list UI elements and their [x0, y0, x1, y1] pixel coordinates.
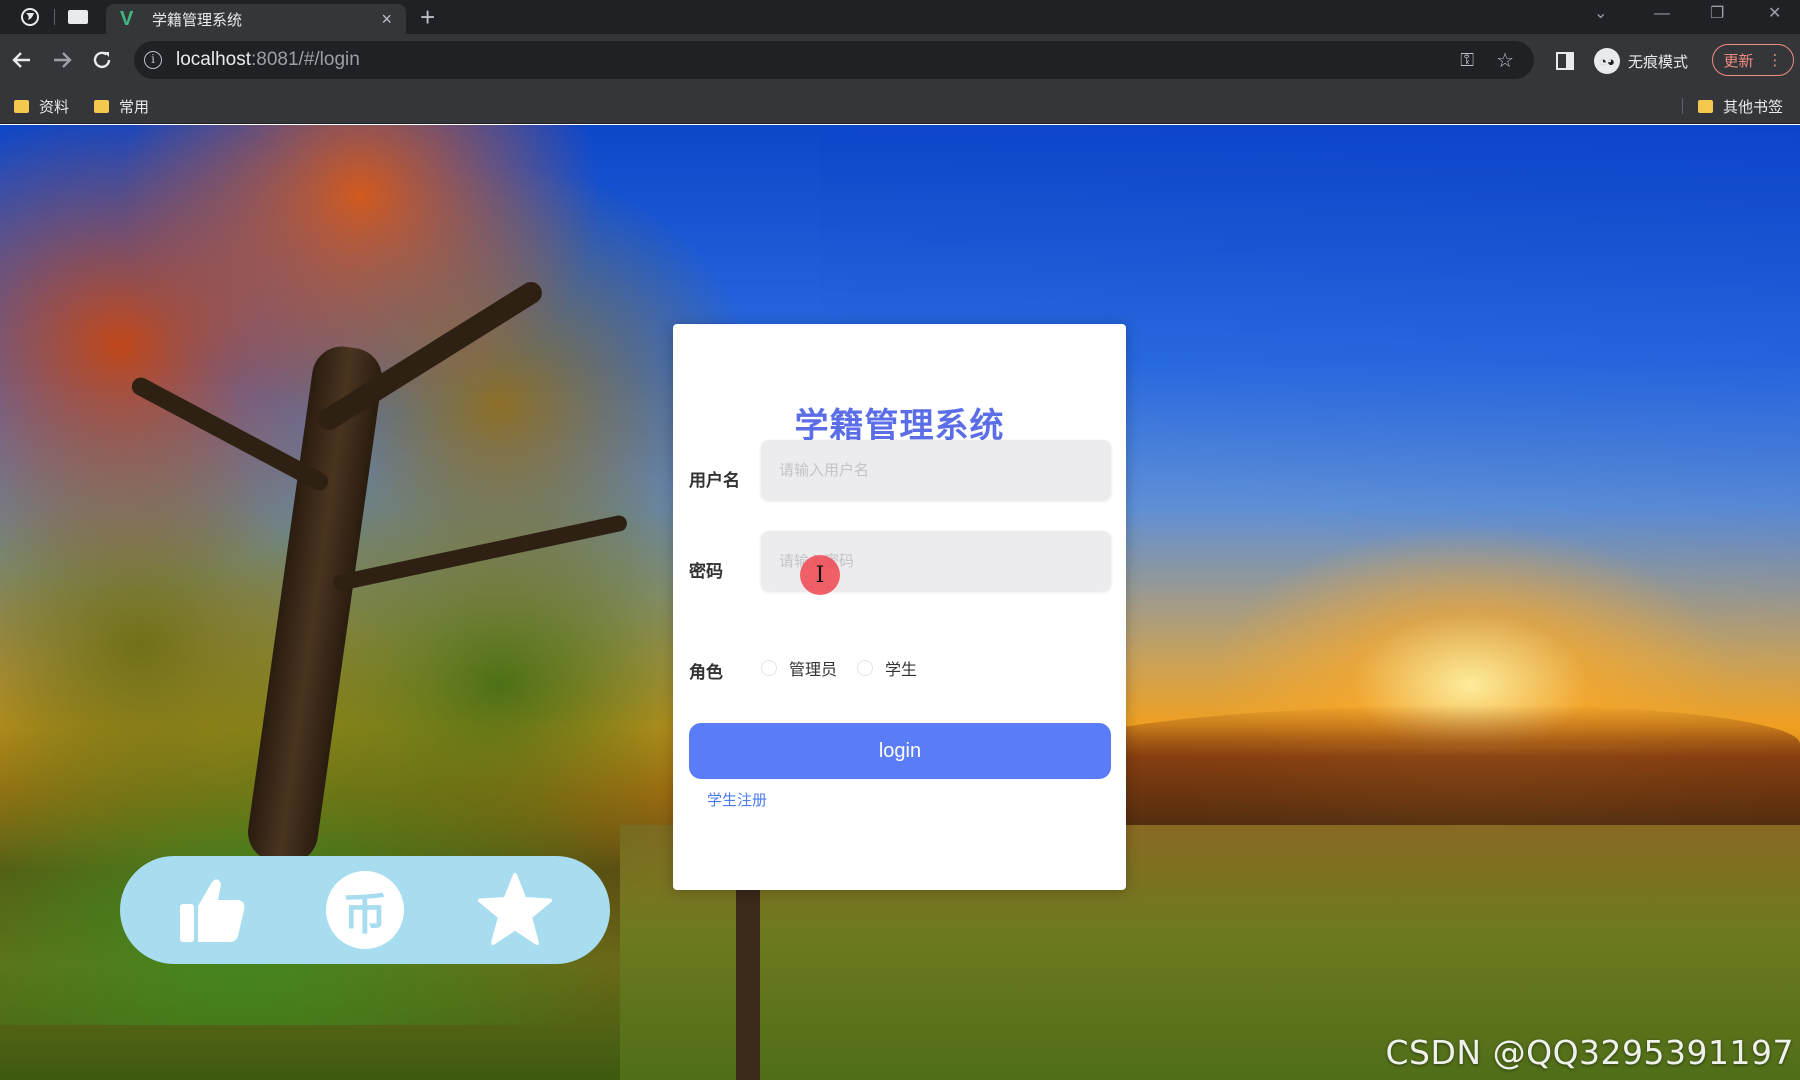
browser-tab-bar: V 学籍管理系统 × + ⌄ — ❐ ✕	[0, 0, 1800, 34]
background-fence-post	[736, 885, 760, 1080]
login-page: 学籍管理系统 用户名 密码 角色 管理员 学生 login 学生注册 I	[0, 125, 1800, 1080]
browser-toolbar: i localhost:8081/#/login ⚿ ☆ ◔◕ 无痕模式 更新 …	[0, 34, 1800, 88]
incognito-indicator[interactable]: ◔◕ 无痕模式	[1594, 44, 1688, 78]
tab-close-icon[interactable]: ×	[381, 9, 392, 30]
folder-icon	[94, 99, 109, 113]
window-close-icon[interactable]: ✕	[1768, 2, 1781, 26]
bookmark-folder-changyong[interactable]: 常用	[94, 94, 149, 118]
address-bar[interactable]: i localhost:8081/#/login ⚿ ☆	[134, 41, 1534, 79]
reload-icon[interactable]	[88, 46, 116, 74]
login-card: 学籍管理系统 用户名 密码 角色 管理员 学生 login 学生注册	[673, 324, 1126, 890]
thumbs-up-icon[interactable]	[172, 870, 252, 950]
side-panel-icon[interactable]	[1556, 44, 1578, 78]
bookmark-label: 资料	[39, 98, 70, 116]
new-tab-button[interactable]: +	[420, 2, 435, 32]
other-bookmarks-label: 其他书签	[1723, 98, 1784, 116]
incognito-label: 无痕模式	[1628, 53, 1689, 71]
update-button[interactable]: 更新 ⋮	[1712, 44, 1794, 76]
incognito-icon: ◔◕	[1594, 48, 1620, 74]
bookmark-folder-ziliao[interactable]: 资料	[14, 94, 69, 118]
menu-dots-icon[interactable]: ⋮	[1768, 51, 1783, 69]
coin-icon[interactable]: 币	[325, 870, 405, 950]
radio-circle[interactable]	[761, 660, 777, 676]
role-radio-student[interactable]: 学生	[857, 656, 917, 680]
other-bookmarks[interactable]: 其他书签	[1698, 94, 1783, 118]
url-path: :8081/#/login	[251, 49, 360, 70]
restore-icon[interactable]: ❐	[1710, 2, 1724, 26]
globe-icon[interactable]	[18, 5, 42, 29]
radio-label: 管理员	[789, 662, 838, 679]
tab-strip-icon[interactable]	[66, 5, 90, 29]
student-register-link[interactable]: 学生注册	[707, 789, 767, 810]
bookmark-label: 常用	[119, 98, 150, 116]
bookmarks-bar: 资料 常用 其他书签	[0, 88, 1800, 124]
forward-icon[interactable]	[48, 46, 76, 74]
radio-label: 学生	[885, 662, 918, 679]
username-label: 用户名	[689, 471, 740, 490]
folder-icon	[14, 99, 29, 113]
tab-search-chevron-icon[interactable]: ⌄	[1594, 2, 1607, 26]
action-pill: 币	[120, 856, 610, 964]
csdn-watermark: CSDN @QQ3295391197	[1385, 1033, 1794, 1072]
folder-icon	[1698, 99, 1713, 113]
mouse-cursor-indicator: I	[800, 555, 840, 595]
vue-logo-icon: V	[120, 7, 134, 30]
back-icon[interactable]	[8, 46, 36, 74]
password-label: 密码	[689, 562, 723, 581]
role-radio-group: 管理员 学生	[761, 655, 937, 681]
url-text: localhost:8081/#/login	[176, 49, 360, 71]
tab-title: 学籍管理系统	[152, 11, 243, 29]
login-button[interactable]: login	[689, 723, 1111, 779]
bookmark-star-icon[interactable]: ☆	[1496, 48, 1514, 73]
username-input[interactable]	[761, 440, 1111, 500]
password-key-icon[interactable]: ⚿	[1460, 50, 1474, 71]
role-radio-admin[interactable]: 管理员	[761, 656, 837, 680]
update-label: 更新	[1723, 52, 1754, 70]
radio-circle[interactable]	[857, 660, 874, 676]
star-icon[interactable]	[475, 870, 555, 950]
url-host: localhost	[176, 49, 251, 70]
tab-separator	[54, 9, 55, 25]
active-tab[interactable]: V 学籍管理系统 ×	[106, 4, 406, 34]
bookmark-separator	[1682, 98, 1683, 114]
role-label: 角色	[689, 663, 723, 682]
minimize-icon[interactable]: —	[1654, 2, 1670, 26]
site-info-icon[interactable]: i	[144, 51, 162, 69]
background-treeline	[1040, 705, 1800, 835]
coin-glyph: 币	[326, 871, 404, 949]
